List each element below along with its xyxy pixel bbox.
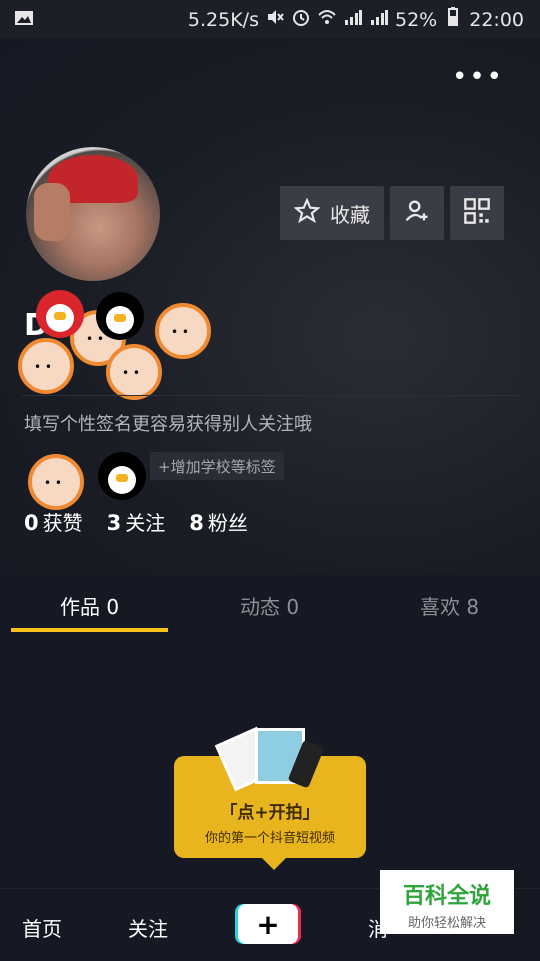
profile-divider (22, 395, 518, 396)
mute-icon (265, 7, 285, 32)
avatar-hand (34, 183, 70, 241)
nav-home[interactable]: 首页 (22, 913, 62, 942)
camera-cards-illustration (214, 724, 327, 792)
qr-code-button[interactable] (450, 186, 504, 240)
likes-stat[interactable]: 0 获赞 (24, 507, 83, 536)
profile-signature[interactable]: 填写个性签名更容易获得别人关注哦 (24, 410, 312, 436)
shoot-prompt-title: 「点+开拍」 (220, 803, 320, 823)
qr-code-icon (463, 197, 491, 230)
active-tab-indicator (11, 628, 168, 632)
star-icon (293, 196, 321, 229)
status-bar: 5.25K/s 52% 22:00 (0, 0, 540, 38)
shoot-prompt-subtitle: 你的第一个抖音短视频 (204, 831, 335, 846)
signal-icon (343, 7, 363, 32)
sticker-face-icon-2: • • (155, 303, 211, 359)
nav-follow[interactable]: 关注 (128, 913, 168, 942)
following-label: 关注 (125, 511, 166, 535)
red-bird-sticker-icon (36, 290, 84, 338)
watermark-subtitle: 助你轻松解决 (407, 916, 486, 931)
battery-text: 52% (395, 8, 438, 31)
fans-label: 粉丝 (207, 511, 248, 535)
likes-label: 获赞 (42, 511, 83, 535)
clock-time: 22:00 (469, 8, 524, 31)
alarm-icon (291, 7, 311, 32)
create-video-button[interactable]: + (238, 904, 298, 944)
add-user-icon (403, 197, 431, 230)
battery-icon (443, 7, 463, 32)
more-options-icon[interactable]: ••• (452, 62, 504, 92)
following-stat[interactable]: 3 关注 (107, 507, 166, 536)
profile-avatar[interactable] (26, 147, 160, 281)
signal-icon-2 (369, 7, 389, 32)
sticker-face-icon-3: • • (18, 338, 74, 394)
penguin-sticker-icon-2 (98, 452, 146, 500)
wifi-icon (317, 7, 337, 32)
network-speed: 5.25K/s (187, 8, 259, 31)
gallery-notification-icon (14, 8, 34, 32)
tab-likes[interactable]: 喜欢 8 (420, 591, 479, 620)
baike-watermark: 百科全说 助你轻松解决 (380, 870, 514, 934)
following-count: 3 (106, 511, 122, 535)
sticker-face-icon-5: • • (28, 454, 84, 510)
plus-icon: + (256, 907, 280, 941)
collect-button-label: 收藏 (330, 202, 370, 227)
add-school-tag-button[interactable]: +增加学校等标签 (150, 452, 284, 480)
penguin-sticker-icon (96, 292, 144, 340)
profile-tabs: 作品 0 动态 0 喜欢 8 (0, 575, 540, 633)
sticker-face-icon-4: • • (106, 344, 162, 400)
profile-stats: 0 获赞 3 关注 8 粉丝 (24, 507, 248, 536)
tab-dynamics[interactable]: 动态 0 (240, 591, 299, 620)
fans-count: 8 (189, 511, 204, 535)
fans-stat[interactable]: 8 粉丝 (189, 507, 248, 536)
watermark-title: 百科全说 (402, 884, 491, 909)
add-friend-button[interactable] (390, 186, 444, 240)
collect-button[interactable]: 收藏 (280, 186, 384, 240)
likes-count: 0 (24, 511, 39, 535)
tab-works[interactable]: 作品 0 (60, 591, 119, 620)
